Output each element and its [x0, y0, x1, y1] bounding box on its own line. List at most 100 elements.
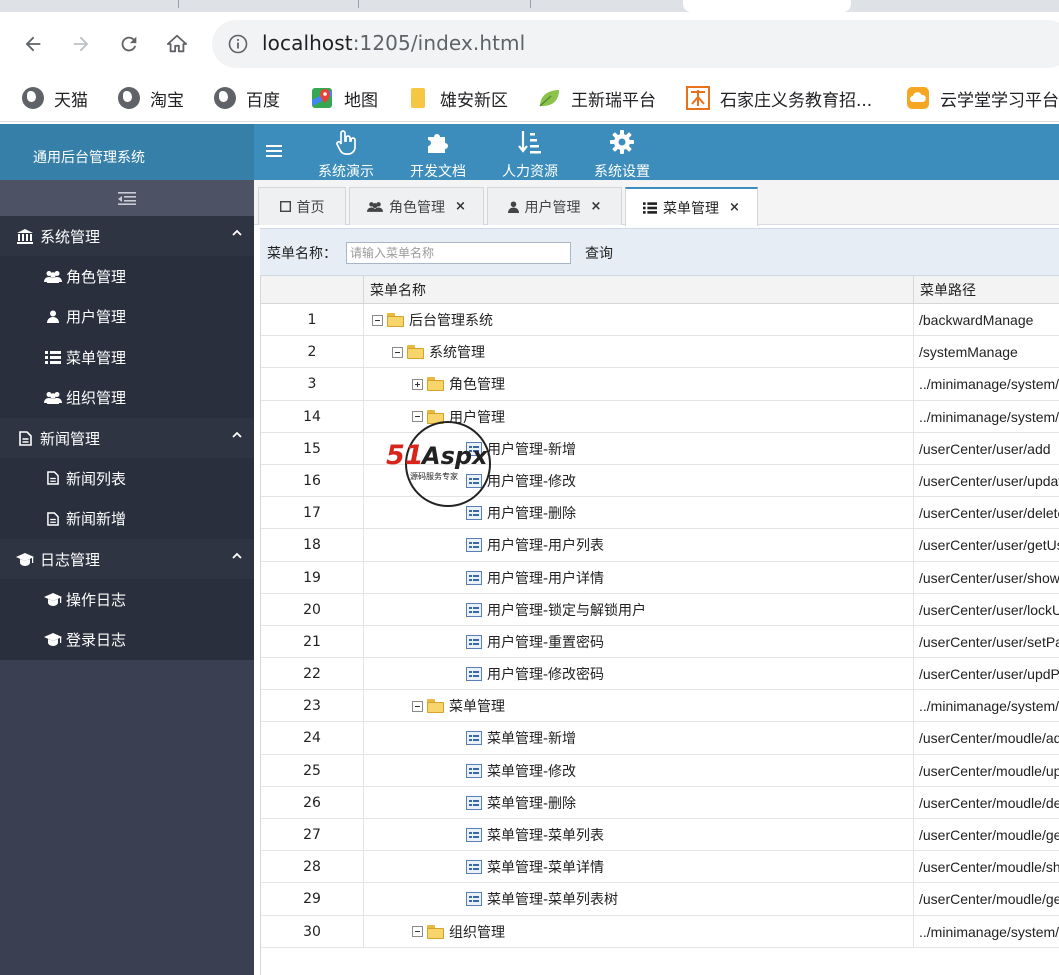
table-row[interactable]: 3 角色管理 ../minimanage/system/r — [261, 368, 1059, 401]
sidebar-item-roles[interactable]: 角色管理 — [0, 256, 254, 297]
table-row[interactable]: 19 用户管理-用户详情/userCenter/user/showD — [261, 561, 1059, 594]
topnav-hr[interactable]: 人力资源 — [490, 128, 570, 180]
menu-name-cell[interactable]: 菜单管理-新增 — [364, 722, 914, 755]
sidebar-item-label: 组织管理 — [66, 389, 127, 408]
menu-name-cell[interactable]: 菜单管理 — [364, 690, 914, 723]
bookmark-yunxuetang[interactable]: 云学堂学习平台 — [906, 86, 1059, 111]
tab-menus[interactable]: 菜单管理 × — [625, 187, 758, 226]
bookmark-shijiazhuang[interactable]: 石家庄义务教育招... — [686, 86, 872, 111]
table-row[interactable]: 27 菜单管理-菜单列表/userCenter/moudle/ge — [261, 819, 1059, 852]
topnav-docs[interactable]: 开发文档 — [398, 128, 478, 180]
tab-label: 用户管理 — [524, 199, 581, 216]
sidebar-item-menus[interactable]: 菜单管理 — [0, 337, 254, 378]
collapse-icon[interactable] — [412, 926, 423, 938]
table-row[interactable]: 29 菜单管理-菜单列表树/userCenter/moudle/ge — [261, 883, 1059, 916]
table-row[interactable]: 22 用户管理-修改密码/userCenter/user/updPw — [261, 658, 1059, 691]
sidebar-item-op-log[interactable]: 操作日志 — [0, 579, 254, 620]
topnav-demo[interactable]: 系统演示 — [306, 128, 386, 180]
menu-name-cell[interactable]: 菜单管理-删除 — [364, 786, 914, 819]
table-row[interactable]: 16 用户管理-修改/userCenter/user/updat — [261, 464, 1059, 498]
table-row[interactable]: 15 用户管理-新增/userCenter/user/add — [261, 432, 1059, 465]
back-button[interactable] — [19, 30, 47, 58]
info-icon[interactable] — [228, 34, 248, 54]
menu-name-cell[interactable]: 用户管理-用户详情 — [364, 561, 914, 594]
address-bar[interactable]: localhost:1205/index.html — [212, 20, 1059, 68]
menu-name-cell[interactable]: 用户管理-重置密码 — [364, 625, 914, 658]
menu-name-cell[interactable]: 菜单管理-菜单列表 — [364, 819, 914, 851]
tab-roles[interactable]: 角色管理 × — [349, 187, 484, 225]
close-icon[interactable]: × — [729, 200, 740, 215]
sidebar-group-logs[interactable]: 日志管理 — [0, 539, 254, 579]
reload-icon — [121, 36, 137, 52]
menu-name-cell[interactable]: 用户管理-修改 — [364, 464, 914, 497]
menu-name-cell[interactable]: 用户管理-新增 — [364, 432, 914, 465]
table-row[interactable]: 25 菜单管理-修改/userCenter/moudle/up — [261, 754, 1059, 787]
collapse-icon[interactable] — [412, 411, 423, 423]
table-row[interactable]: 1 后台管理系统/backwardManage — [261, 304, 1059, 337]
reload-button[interactable] — [115, 30, 143, 58]
menu-path-cell: /userCenter/user/add — [919, 440, 1051, 457]
close-icon[interactable]: × — [455, 199, 466, 214]
sidebar-item-users[interactable]: 用户管理 — [0, 297, 254, 338]
sidebar-toggle-button[interactable] — [266, 142, 282, 162]
menu-name-cell[interactable]: 角色管理 — [364, 368, 914, 401]
sidebar-item-news-list[interactable]: 新闻列表 — [0, 458, 254, 499]
table-row[interactable]: 30 组织管理 ../minimanage/system/o — [261, 915, 1059, 948]
bookmark-wangxinrui[interactable]: 王新瑞平台 — [537, 86, 656, 111]
sidebar-item-login-log[interactable]: 登录日志 — [0, 620, 254, 661]
header-menu-name[interactable]: 菜单名称 — [364, 276, 914, 304]
bookmark-map[interactable]: 地图 — [310, 86, 378, 111]
collapse-icon[interactable] — [412, 700, 423, 712]
list-icon — [44, 350, 62, 364]
collapse-icon[interactable] — [392, 346, 403, 358]
home-button[interactable] — [163, 30, 191, 58]
menu-path-cell: /userCenter/user/showD — [919, 569, 1059, 586]
menu-name-cell[interactable]: 菜单管理-菜单详情 — [364, 851, 914, 884]
tab-home[interactable]: 首页 — [258, 187, 346, 225]
menu-name-cell[interactable]: 用户管理-修改密码 — [364, 658, 914, 691]
collapse-icon[interactable] — [372, 314, 383, 326]
menu-path-cell: /userCenter/user/setPas — [919, 633, 1059, 650]
topnav-settings[interactable]: 系统设置 — [582, 128, 662, 180]
forward-button[interactable] — [67, 30, 95, 58]
tab-users[interactable]: 用户管理 × — [487, 187, 622, 225]
table-row[interactable]: 14 用户管理 ../minimanage/system/u — [261, 400, 1059, 433]
menu-name-cell[interactable]: 组织管理 — [364, 915, 914, 948]
sidebar-item-news-add[interactable]: 新闻新增 — [0, 499, 254, 540]
expand-icon[interactable] — [412, 378, 423, 390]
bookmark-baidu[interactable]: 百度 — [214, 86, 280, 111]
table-row[interactable]: 18 用户管理-用户列表/userCenter/user/getUs — [261, 529, 1059, 562]
browser-tab-active[interactable] — [683, 0, 851, 12]
header-menu-path[interactable]: 菜单路径 — [914, 276, 1059, 304]
menu-name-cell[interactable]: 菜单管理-菜单列表树 — [364, 883, 914, 916]
search-button[interactable]: 查询 — [585, 243, 613, 263]
sidebar-item-org[interactable]: 组织管理 — [0, 378, 254, 419]
menu-name-cell[interactable]: 用户管理-用户列表 — [364, 529, 914, 562]
sidebar-collapse-button[interactable] — [0, 180, 254, 216]
table-row[interactable]: 20 用户管理-锁定与解锁用户/userCenter/user/lockUs — [261, 593, 1059, 626]
menu-name-cell[interactable]: 系统管理 — [364, 336, 914, 369]
table-row[interactable]: 26 菜单管理-删除/userCenter/moudle/del — [261, 786, 1059, 819]
sidebar-group-news[interactable]: 新闻管理 — [0, 418, 254, 458]
bookmark-taobao[interactable]: 淘宝 — [118, 86, 184, 111]
menu-name-text: 角色管理 — [449, 377, 505, 394]
table-row[interactable]: 21 用户管理-重置密码/userCenter/user/setPas — [261, 625, 1059, 659]
table-row[interactable]: 17 用户管理-删除/userCenter/user/delete — [261, 497, 1059, 530]
menu-name-cell[interactable]: 后台管理系统 — [364, 304, 914, 336]
app-root: 通用后台管理系统 系统演示 开发文档 人力资源 系统设置 系统管理 角色管理 用… — [0, 124, 1059, 975]
table-row[interactable]: 28 菜单管理-菜单详情/userCenter/moudle/sho — [261, 851, 1059, 884]
sidebar-group-system[interactable]: 系统管理 — [0, 216, 254, 256]
menu-name-cell[interactable]: 用户管理 — [364, 400, 914, 433]
menu-path-cell: /userCenter/user/updat — [919, 472, 1059, 489]
table-row[interactable]: 24 菜单管理-新增/userCenter/moudle/ad — [261, 722, 1059, 755]
close-icon[interactable]: × — [591, 199, 602, 214]
bookmark-tmall[interactable]: 天猫 — [22, 86, 88, 111]
table-row[interactable]: 2 系统管理/systemManage — [261, 336, 1059, 369]
table-row[interactable]: 23 菜单管理 ../minimanage/system/r — [261, 690, 1059, 723]
menu-name-cell[interactable]: 用户管理-删除 — [364, 497, 914, 530]
menu-name-input[interactable] — [346, 242, 571, 264]
menu-name-cell[interactable]: 用户管理-锁定与解锁用户 — [364, 593, 914, 626]
folder-icon — [427, 377, 445, 392]
bookmark-xiongan[interactable]: 雄安新区 — [408, 86, 508, 111]
menu-name-cell[interactable]: 菜单管理-修改 — [364, 754, 914, 787]
